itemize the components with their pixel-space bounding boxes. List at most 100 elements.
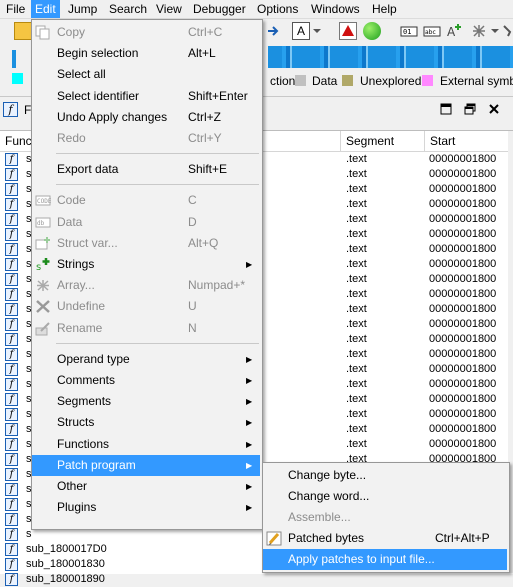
menu-item-label: Begin selection <box>57 46 139 61</box>
menu-item-undefine: Undefine U <box>32 296 260 317</box>
menu-item-shortcut: Ctrl+Alt+P <box>435 531 490 545</box>
menu-item-select-identifier[interactable]: Select identifier Shift+Enter <box>32 86 260 107</box>
segment-cell: .text <box>346 303 367 315</box>
dropdown-icon[interactable] <box>490 22 500 40</box>
segment-cell: .text <box>346 378 367 390</box>
function-icon: f <box>5 573 18 586</box>
function-icon: f <box>5 543 18 556</box>
segment-cell: .text <box>346 318 367 330</box>
menu-help[interactable]: Help <box>368 0 401 18</box>
menu-item-code: CODE Code C <box>32 190 260 211</box>
menu-jump[interactable]: Jump <box>64 0 101 18</box>
start-address-cell: 00000001800 <box>429 168 497 180</box>
menu-item-plugins[interactable]: Plugins ▶ <box>32 497 260 518</box>
table-row[interactable]: f sub_180001890 <box>0 572 508 587</box>
function-icon: f <box>5 558 18 571</box>
submenu-arrow-icon: ▶ <box>246 482 253 491</box>
submenu-item-change-word[interactable]: Change word... <box>263 486 507 507</box>
function-icon: f <box>5 363 18 376</box>
menu-item-shortcut: Ctrl+C <box>188 25 223 39</box>
menu-item-structs[interactable]: Structs ▶ <box>32 412 260 433</box>
legend-label: Data <box>312 74 338 88</box>
data-icon: db <box>35 215 51 230</box>
menu-item-label: Undefine <box>57 299 106 314</box>
navigation-band[interactable] <box>268 46 513 68</box>
menu-item-comments[interactable]: Comments ▶ <box>32 370 260 391</box>
function-icon: f <box>5 303 18 316</box>
function-icon: f <box>5 528 18 541</box>
close-icon[interactable] <box>488 103 500 115</box>
menu-item-functions[interactable]: Functions ▶ <box>32 434 260 455</box>
hex-icon[interactable]: 01 <box>400 22 418 40</box>
menu-windows[interactable]: Windows <box>307 0 364 18</box>
enum-icon[interactable]: A <box>446 22 464 40</box>
menu-item-patch-program[interactable]: Patch program ▶ <box>32 454 260 476</box>
menu-item-shortcut: Ctrl+Z <box>188 109 221 124</box>
legend: ction Data Unexplored External symbo <box>262 72 513 90</box>
segment-cell: .text <box>346 258 367 270</box>
text-view-icon[interactable]: A <box>292 22 310 40</box>
menu-file[interactable]: File <box>2 0 29 18</box>
menu-edit[interactable]: Edit <box>31 0 60 18</box>
start-address-cell: 00000001800 <box>429 333 497 345</box>
menu-item-segments[interactable]: Segments ▶ <box>32 391 260 412</box>
legend-swatch-function <box>12 73 23 84</box>
menu-item-label: Change byte... <box>288 468 367 482</box>
function-icon: f <box>5 438 18 451</box>
run-icon[interactable] <box>363 22 381 40</box>
restore-icon[interactable] <box>464 103 476 115</box>
struct-icon[interactable]: abc <box>423 22 441 40</box>
segment-cell: .text <box>346 198 367 210</box>
maximize-icon[interactable] <box>440 103 452 115</box>
menu-item-label: Export data <box>57 162 119 177</box>
function-icon: f <box>5 288 18 301</box>
submenu-item-patched-bytes[interactable]: Patched bytes Ctrl+Alt+P <box>263 528 507 549</box>
legend-swatch <box>295 75 306 86</box>
menu-item-label: Array... <box>57 278 95 293</box>
segment-cell: .text <box>346 168 367 180</box>
submenu-arrow-icon: ▶ <box>246 354 253 364</box>
menu-item-label: Data <box>57 214 83 229</box>
column-header-segment[interactable]: Segment <box>341 131 425 151</box>
menu-item-strings[interactable]: s Strings ▶ <box>32 254 260 275</box>
menu-item-select-all[interactable]: Select all <box>32 64 260 85</box>
menu-search[interactable]: Search <box>105 0 151 18</box>
start-address-cell: 00000001800 <box>429 408 497 420</box>
menu-debugger[interactable]: Debugger <box>189 0 250 18</box>
submenu-item-change-byte[interactable]: Change byte... <box>263 465 507 486</box>
dropdown-icon[interactable] <box>311 22 323 40</box>
start-address-cell: 00000001800 <box>429 183 497 195</box>
function-icon: f <box>5 333 18 346</box>
patched-bytes-icon <box>266 531 282 546</box>
menu-item-shortcut: Shift+E <box>188 162 228 177</box>
menu-item-begin-selection[interactable]: Begin selection Alt+L <box>32 43 260 64</box>
start-address-cell: 00000001800 <box>429 243 497 255</box>
menu-item-label: Select identifier <box>57 88 140 103</box>
tool-icon[interactable] <box>502 22 513 40</box>
function-icon: f <box>3 102 18 117</box>
copy-icon <box>35 25 51 40</box>
open-icon[interactable] <box>14 22 32 40</box>
menu-item-rename: Rename N <box>32 318 260 339</box>
menu-options[interactable]: Options <box>253 0 302 18</box>
menu-item-operand-type[interactable]: Operand type ▶ <box>32 349 260 370</box>
warning-icon[interactable] <box>339 22 357 40</box>
menu-item-data: db Data D <box>32 212 260 233</box>
menu-item-undo-apply-changes[interactable]: Undo Apply changes Ctrl+Z <box>32 107 260 128</box>
function-icon: f <box>5 453 18 466</box>
function-icon: f <box>5 498 18 511</box>
nav-arrow-icon[interactable] <box>264 22 282 40</box>
menu-item-export-data[interactable]: Export data Shift+E <box>32 159 260 180</box>
column-header-start[interactable]: Start <box>425 131 508 151</box>
function-icon: f <box>5 513 18 526</box>
menu-view[interactable]: View <box>152 0 186 18</box>
function-name: sub_180001830 <box>26 558 105 570</box>
function-icon: f <box>5 318 18 331</box>
add-icon[interactable] <box>470 22 488 40</box>
menu-item-label: Rename <box>57 320 103 335</box>
menu-item-other[interactable]: Other ▶ <box>32 476 260 497</box>
submenu-item-apply-patches-to-input-file[interactable]: Apply patches to input file... <box>263 549 507 570</box>
menu-item-copy: Copy Ctrl+C <box>32 22 260 43</box>
submenu-arrow-icon: ▶ <box>246 439 253 449</box>
svg-text:01: 01 <box>403 28 411 36</box>
